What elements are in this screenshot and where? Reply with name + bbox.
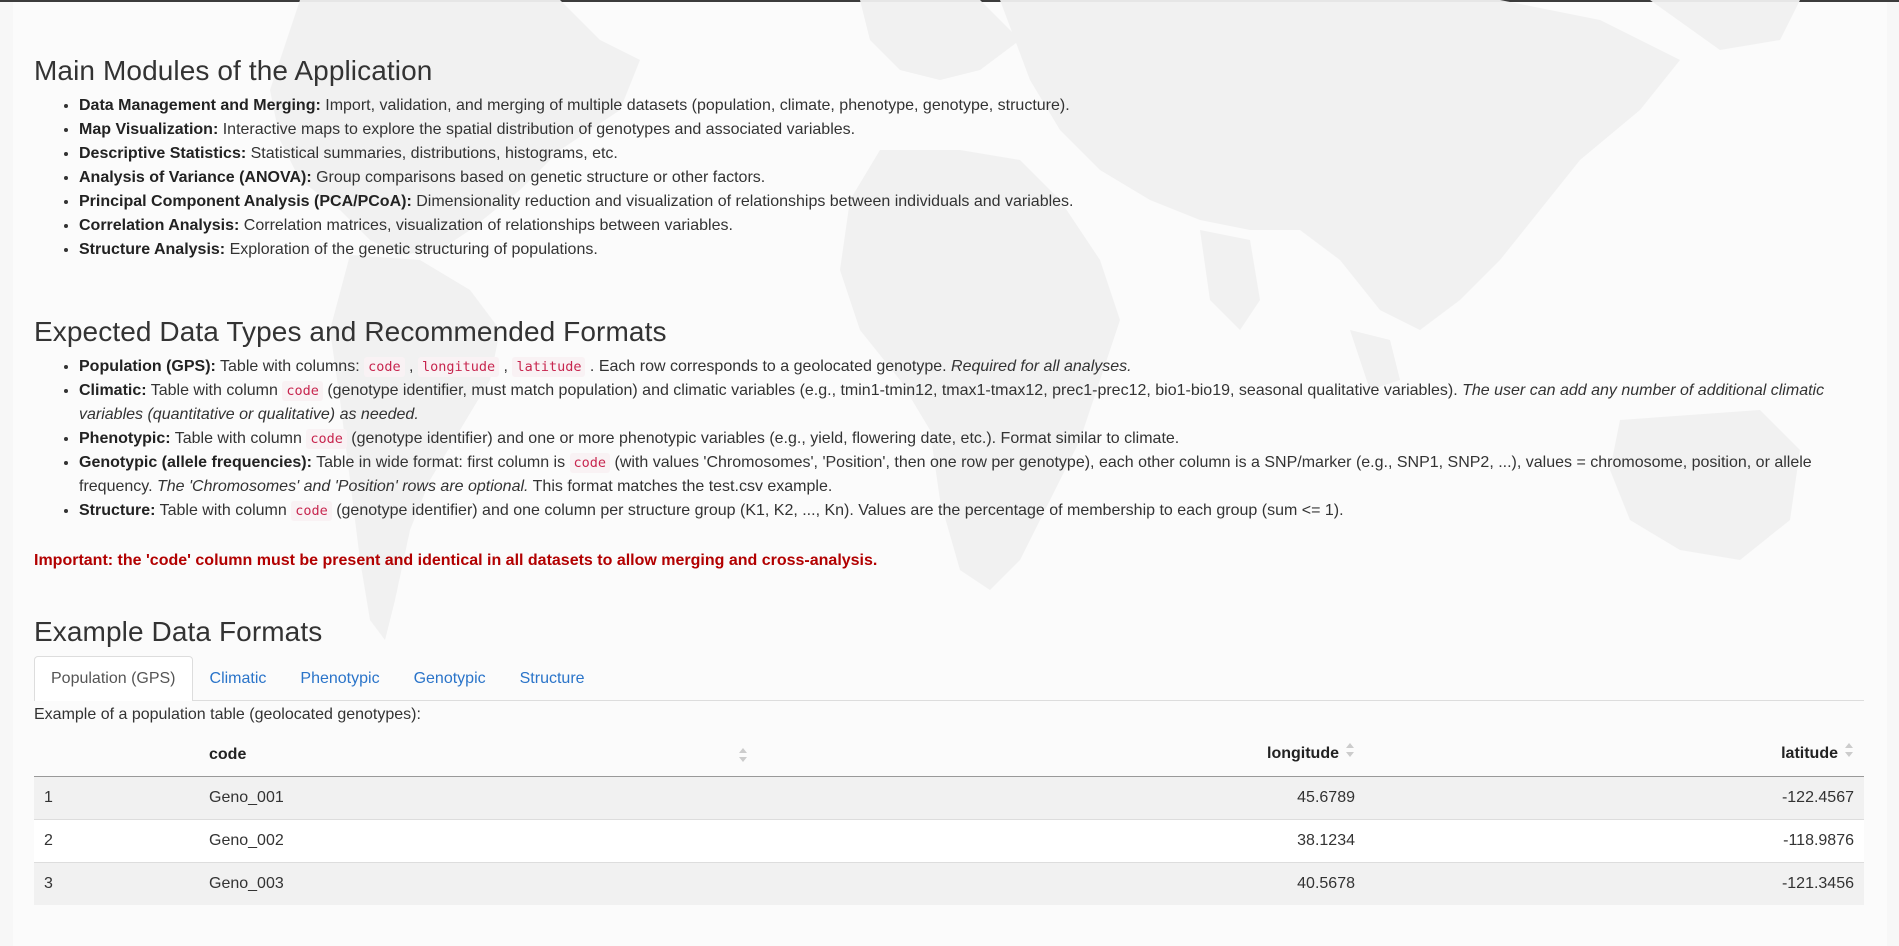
column-header-code[interactable]: code	[199, 733, 754, 777]
column-header-index	[34, 733, 199, 777]
code-term: code	[282, 381, 323, 401]
module-item-descriptive-statistics: Descriptive Statistics: Statistical summ…	[79, 142, 1864, 166]
table-header-row: code longitude latitude	[34, 733, 1864, 777]
datatype-climatic: Climatic: Table with column code (genoty…	[79, 379, 1864, 427]
module-item-map-visualization: Map Visualization: Interactive maps to e…	[79, 118, 1864, 142]
modules-title: Main Modules of the Application	[34, 55, 433, 86]
cell-index: 3	[34, 862, 199, 905]
cell-longitude: 40.5678	[754, 862, 1365, 905]
datatypes-list: Population (GPS): Table with columns: co…	[34, 355, 1864, 523]
tab-phenotypic[interactable]: Phenotypic	[283, 656, 396, 701]
sort-icon[interactable]	[738, 747, 748, 771]
cell-longitude: 38.1234	[754, 819, 1365, 863]
modules-list: Data Management and Merging: Import, val…	[34, 94, 1864, 262]
cell-longitude: 45.6789	[754, 776, 1365, 820]
code-term: code	[306, 429, 347, 449]
code-term: longitude	[417, 357, 500, 377]
cell-latitude: -118.9876	[1365, 819, 1864, 863]
column-header-latitude[interactable]: latitude	[1365, 733, 1864, 777]
tab-population-gps[interactable]: Population (GPS)	[34, 656, 193, 701]
datatype-population: Population (GPS): Table with columns: co…	[79, 355, 1864, 379]
code-term: code	[569, 453, 611, 473]
module-item-pca: Principal Component Analysis (PCA/PCoA):…	[79, 190, 1864, 214]
cell-code: Geno_002	[199, 819, 754, 863]
cell-latitude: -121.3456	[1365, 862, 1864, 905]
module-item-structure: Structure Analysis: Exploration of the g…	[79, 238, 1864, 262]
table-row[interactable]: 1 Geno_001 45.6789 -122.4567	[34, 776, 1864, 820]
datatype-phenotypic: Phenotypic: Table with column code (geno…	[79, 427, 1864, 451]
example-tabs: Population (GPS) Climatic Phenotypic Gen…	[34, 655, 1864, 701]
tab-structure[interactable]: Structure	[503, 656, 602, 701]
module-item-anova: Analysis of Variance (ANOVA): Group comp…	[79, 166, 1864, 190]
tab-genotypic[interactable]: Genotypic	[397, 656, 503, 701]
table-row[interactable]: 2 Geno_002 38.1234 -118.9876	[34, 819, 1864, 863]
sort-icon[interactable]	[1343, 742, 1355, 766]
cell-index: 2	[34, 819, 199, 863]
cell-code: Geno_001	[199, 776, 754, 820]
examples-title: Example Data Formats	[34, 616, 323, 647]
sort-icon[interactable]	[1842, 742, 1854, 766]
population-table: code longitude latitude 1 Geno_001 45.67…	[34, 733, 1864, 905]
code-term: latitude	[512, 357, 586, 377]
code-term: code	[364, 357, 405, 377]
datatype-genotypic: Genotypic (allele frequencies): Table in…	[79, 451, 1864, 499]
main-content: Main Modules of the Application Data Man…	[34, 0, 1864, 905]
important-note: Important: the 'code' column must be pre…	[34, 552, 878, 569]
datatypes-title: Expected Data Types and Recommended Form…	[34, 316, 667, 347]
table-caption: Example of a population table (geolocate…	[34, 706, 421, 723]
module-item-correlation: Correlation Analysis: Correlation matric…	[79, 214, 1864, 238]
tab-climatic[interactable]: Climatic	[193, 656, 284, 701]
column-header-longitude[interactable]: longitude	[754, 733, 1365, 777]
datatype-structure: Structure: Table with column code (genot…	[79, 499, 1864, 523]
cell-code: Geno_003	[199, 862, 754, 905]
module-item-data-management: Data Management and Merging: Import, val…	[79, 94, 1864, 118]
table-row[interactable]: 3 Geno_003 40.5678 -121.3456	[34, 862, 1864, 905]
cell-latitude: -122.4567	[1365, 776, 1864, 820]
code-term: code	[291, 501, 332, 521]
cell-index: 1	[34, 776, 199, 820]
